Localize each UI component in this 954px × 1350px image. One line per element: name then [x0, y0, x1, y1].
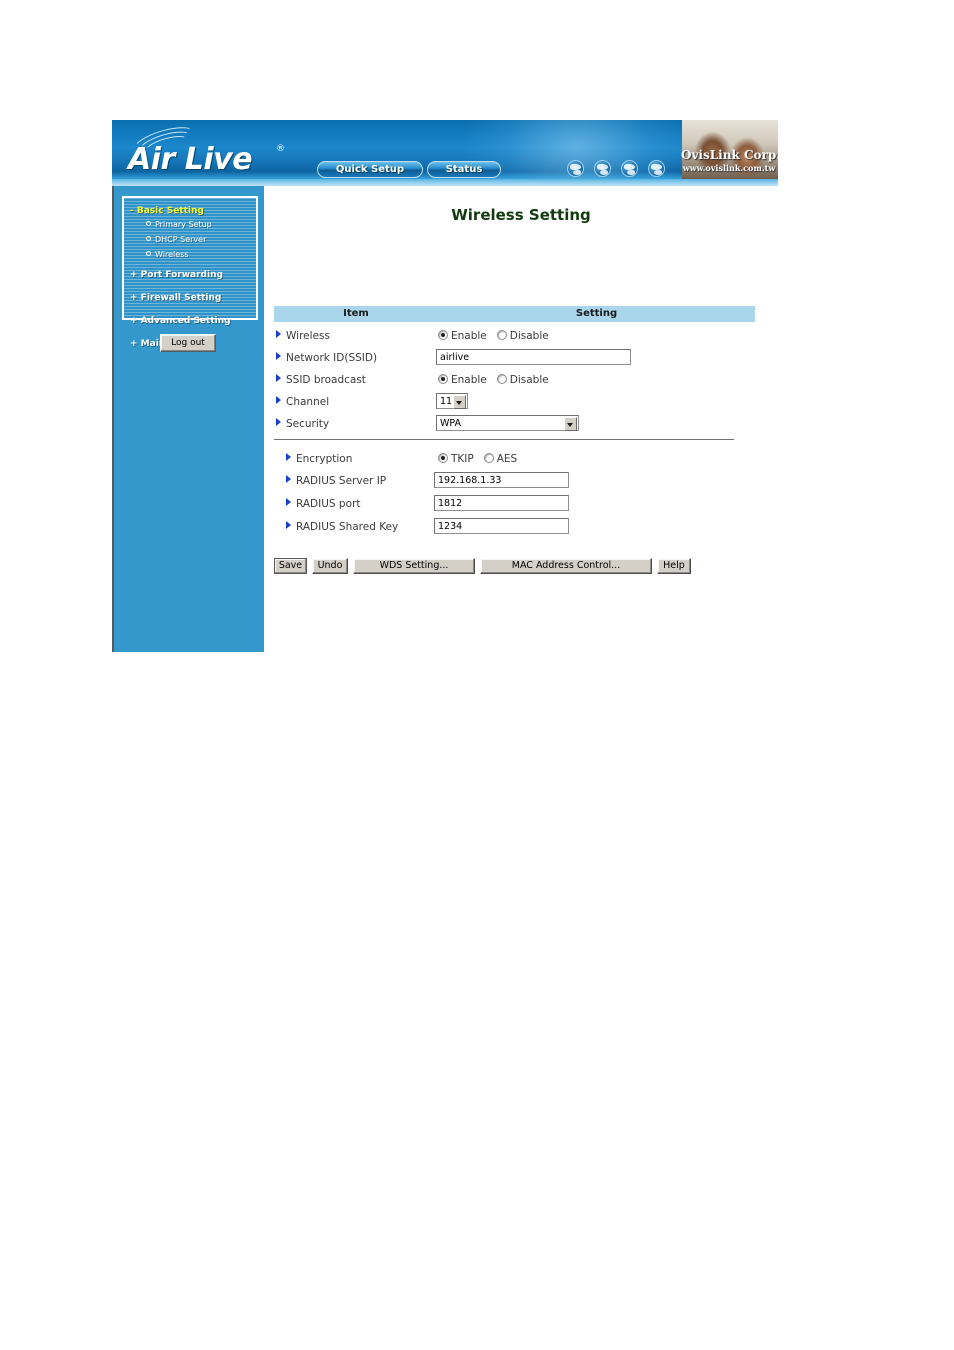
sidebar-item-dhcp-server-label: DHCP Server [155, 235, 207, 244]
row-label-ssid-broadcast-text: SSID broadcast [286, 374, 366, 386]
radio-encryption-tkip[interactable] [438, 453, 448, 463]
page-canvas: Air Live ® Quick Setup Status OvisLink C… [0, 0, 954, 1350]
chevron-down-icon[interactable] [564, 417, 577, 431]
router-admin-window: Air Live ® Quick Setup Status OvisLink C… [112, 120, 778, 652]
radio-ssid-broadcast-enable[interactable] [438, 374, 448, 384]
airlive-logo-text: Air Live [128, 142, 253, 177]
sidebar-group-advanced-setting[interactable]: + Advanced Setting [130, 316, 231, 326]
radio-encryption-tkip-label: TKIP [451, 453, 474, 465]
sidebar-item-wireless[interactable]: Wireless [146, 250, 188, 259]
bullet-icon [146, 236, 151, 241]
sidebar-item-primary-setup[interactable]: Primary Setup [146, 220, 212, 229]
radio-wireless-disable-label: Disable [509, 330, 549, 342]
radio-wireless-disable[interactable] [496, 330, 507, 340]
row-label-ssid-broadcast: SSID broadcast [276, 374, 366, 386]
corporate-url: www.ovislink.com.tw [682, 163, 776, 173]
row-label-channel: Channel [276, 396, 329, 408]
row-label-security-text: Security [286, 418, 330, 430]
sidebar: - Basic Setting Primary Setup DHCP Serve… [112, 186, 266, 652]
chevron-down-icon[interactable] [453, 395, 466, 409]
undo-button[interactable]: Undo [312, 558, 348, 574]
row-label-radius-port-text: RADIUS port [296, 498, 361, 510]
row-label-ssid: Network ID(SSID) [276, 352, 377, 364]
help-button[interactable]: Help [657, 558, 691, 574]
column-header-setting: Setting [575, 308, 618, 319]
bullet-arrow-icon [276, 418, 281, 426]
bullet-arrow-icon [276, 330, 281, 338]
registered-trademark-icon: ® [276, 144, 285, 154]
radius-port-input[interactable]: 1812 [434, 495, 569, 511]
sidebar-item-dhcp-server[interactable]: DHCP Server [146, 235, 206, 244]
globe-icon-3[interactable] [621, 160, 638, 177]
bullet-arrow-icon [276, 352, 281, 360]
bullet-arrow-icon [286, 453, 291, 461]
row-label-wireless: Wireless [276, 330, 330, 342]
sidebar-item-wireless-label: Wireless [155, 250, 189, 259]
row-label-encryption: Encryption [286, 453, 352, 465]
nav-status-button[interactable]: Status [427, 161, 501, 178]
section-divider [274, 439, 734, 440]
globe-icon-1[interactable] [567, 160, 584, 177]
radio-ssid-broadcast-disable[interactable] [496, 374, 507, 384]
sidebar-item-primary-setup-label: Primary Setup [155, 220, 212, 229]
save-button[interactable]: Save [274, 558, 307, 574]
bullet-arrow-icon [286, 475, 291, 483]
radius-server-ip-input[interactable]: 192.168.1.33 [434, 472, 569, 488]
row-label-radius-server-ip-text: RADIUS Server IP [296, 475, 387, 487]
sidebar-group-firewall-setting[interactable]: + Firewall Setting [130, 293, 221, 303]
globe-icon-2[interactable] [594, 160, 611, 177]
bullet-arrow-icon [276, 374, 281, 382]
wds-setting-button[interactable]: WDS Setting... [353, 558, 475, 574]
airlive-logo: Air Live ® [126, 121, 306, 178]
row-label-radius-shared-key-text: RADIUS Shared Key [296, 521, 399, 533]
nav-quick-setup-button[interactable]: Quick Setup [317, 161, 423, 178]
row-label-security: Security [276, 418, 329, 430]
globe-icon-4[interactable] [648, 160, 665, 177]
channel-select-value: 11 [440, 396, 453, 407]
page-title: Wireless Setting [451, 206, 591, 224]
corporate-name: OvisLink Corp. [681, 148, 778, 162]
row-label-encryption-text: Encryption [296, 453, 353, 465]
radio-encryption-aes[interactable] [483, 453, 494, 463]
row-label-channel-text: Channel [286, 396, 330, 408]
radio-wireless-enable[interactable] [438, 330, 448, 340]
radio-encryption-aes-label: AES [496, 453, 518, 465]
bullet-icon [146, 251, 151, 256]
row-value-wireless: Enable Disable [438, 330, 549, 342]
radio-ssid-broadcast-disable-label: Disable [509, 374, 549, 386]
security-select-value: WPA [440, 418, 462, 429]
row-label-radius-server-ip: RADIUS Server IP [286, 475, 386, 487]
banner-bottom-gradient [112, 179, 778, 186]
site-banner: Air Live ® Quick Setup Status OvisLink C… [112, 120, 778, 186]
row-label-ssid-text: Network ID(SSID) [286, 352, 378, 364]
channel-select[interactable]: 11 [436, 393, 468, 409]
row-label-wireless-text: Wireless [286, 330, 330, 342]
bullet-arrow-icon [276, 396, 281, 404]
row-value-ssid-broadcast: Enable Disable [438, 374, 549, 386]
ssid-input[interactable]: airlive [436, 349, 631, 365]
settings-table-header: Item Setting [274, 306, 755, 322]
security-select[interactable]: WPA [436, 415, 579, 431]
sidebar-group-port-forwarding[interactable]: + Port Forwarding [130, 270, 223, 280]
logout-button[interactable]: Log out [160, 334, 216, 352]
row-label-radius-port: RADIUS port [286, 498, 360, 510]
body-area: - Basic Setting Primary Setup DHCP Serve… [112, 186, 778, 652]
main-content: Wireless Setting Item Setting Wireless E… [264, 186, 778, 652]
sidebar-group-basic-setting[interactable]: - Basic Setting [130, 206, 204, 216]
radius-shared-key-input[interactable]: 1234 [434, 518, 569, 534]
mac-address-control-button[interactable]: MAC Address Control... [480, 558, 652, 574]
radio-ssid-broadcast-enable-label: Enable [451, 374, 487, 386]
sidebar-menu-box: - Basic Setting Primary Setup DHCP Serve… [122, 196, 258, 349]
radio-wireless-enable-label: Enable [451, 330, 487, 342]
bullet-icon [146, 221, 151, 226]
bullet-arrow-icon [286, 498, 291, 506]
bullet-arrow-icon [286, 521, 291, 529]
column-header-item: Item [343, 308, 369, 319]
row-value-encryption: TKIP AES [438, 453, 517, 465]
row-label-radius-shared-key: RADIUS Shared Key [286, 521, 398, 533]
